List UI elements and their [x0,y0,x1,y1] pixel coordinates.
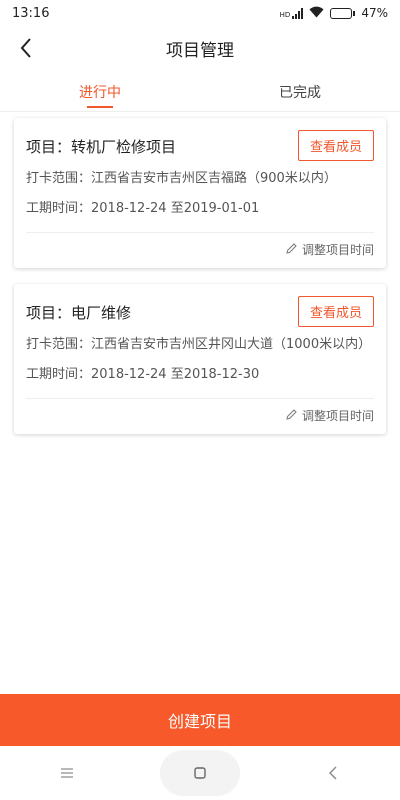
tab-bar: 进行中 已完成 [0,72,400,112]
battery-percent: 47% [361,6,388,20]
project-title: 项目：电厂维修 [26,304,132,322]
period-value: 2018-12-24 至2019-01-01 [91,201,260,216]
period-label: 工期时间： [26,367,92,382]
create-project-button[interactable]: 创建项目 [0,694,400,746]
status-bar: 13:16 HD 47% [0,0,400,26]
period-row: 工期时间： 2018-12-24 至2019-01-01 [26,199,374,218]
range-label: 打卡范围： [26,171,92,186]
menu-icon[interactable] [27,750,107,796]
back-arrow-icon[interactable] [14,34,38,62]
network-label: HD [279,10,291,19]
status-icons: HD 47% [280,6,388,21]
tab-completed[interactable]: 已完成 [200,72,400,111]
adjust-time-label: 调整项目时间 [301,409,374,423]
project-title: 项目：转机厂检修项目 [26,138,177,156]
signal-icon: HD [279,7,304,19]
period-value: 2018-12-24 至2018-12-30 [91,367,260,382]
home-icon[interactable] [159,750,240,796]
range-value: 江西省吉安市吉州区井冈山大道（1000米以内） [91,337,372,352]
view-members-button[interactable]: 查看成员 [297,296,374,327]
project-list: 项目：转机厂检修项目 查看成员 打卡范围： 江西省吉安市吉州区吉福路（900米以… [14,118,386,444]
battery-icon [330,7,356,19]
system-nav-bar [0,746,400,800]
check-in-range-row: 打卡范围： 江西省吉安市吉州区井冈山大道（1000米以内） [26,335,374,354]
nav-back-icon[interactable] [293,750,373,796]
wifi-icon [309,6,324,21]
range-label: 打卡范围： [26,337,92,352]
range-value: 江西省吉安市吉州区吉福路（900米以内） [91,171,337,186]
check-in-range-row: 打卡范围： 江西省吉安市吉州区吉福路（900米以内） [26,169,374,188]
adjust-time-button[interactable]: 调整项目时间 [26,399,374,426]
adjust-time-button[interactable]: 调整项目时间 [26,233,374,260]
adjust-time-label: 调整项目时间 [301,243,374,257]
pencil-icon [285,242,298,258]
project-card[interactable]: 项目：电厂维修 查看成员 打卡范围： 江西省吉安市吉州区井冈山大道（1000米以… [14,284,386,434]
project-card[interactable]: 项目：转机厂检修项目 查看成员 打卡范围： 江西省吉安市吉州区吉福路（900米以… [14,118,386,268]
tab-in-progress[interactable]: 进行中 [0,72,200,111]
view-members-button[interactable]: 查看成员 [297,130,374,161]
header: 项目管理 [0,26,400,70]
pencil-icon [285,408,298,424]
status-time: 13:16 [12,5,50,21]
page-title: 项目管理 [166,40,234,61]
period-row: 工期时间： 2018-12-24 至2018-12-30 [26,365,374,384]
period-label: 工期时间： [26,201,92,216]
